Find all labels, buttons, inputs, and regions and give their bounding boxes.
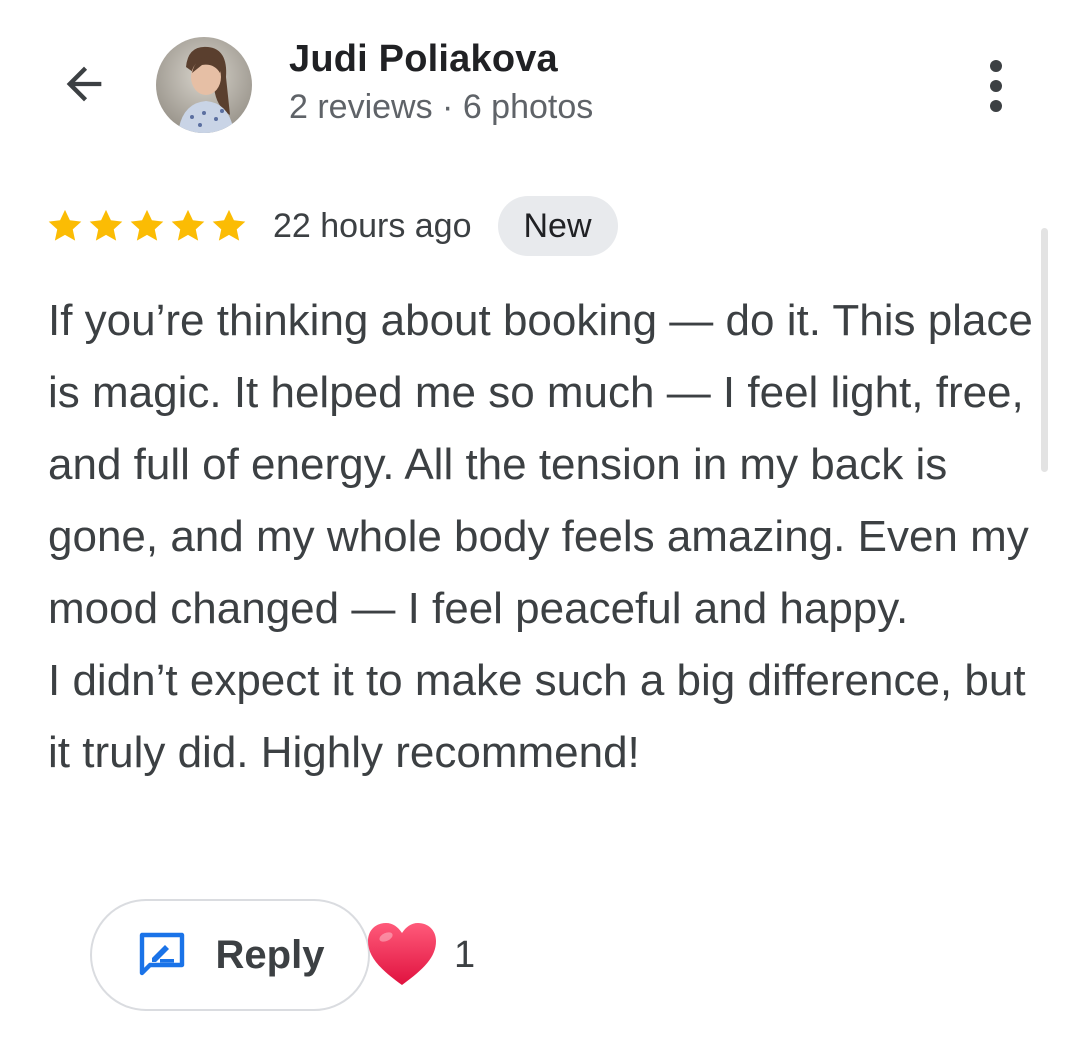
reply-button[interactable]: Reply (90, 899, 370, 1011)
avatar[interactable] (156, 37, 252, 133)
reaction-count: 1 (454, 933, 476, 976)
scrollbar[interactable] (1041, 228, 1048, 472)
review-actions: Reply 1 (90, 898, 475, 1012)
rating-row: 22 hours ago New (46, 196, 618, 256)
star-icon (48, 209, 82, 241)
reviewer-name[interactable]: Judi Poliakova (289, 38, 558, 81)
back-button[interactable] (52, 52, 116, 116)
review-paragraph: I didn’t expect it to make such a big di… (48, 656, 1026, 777)
new-badge: New (497, 196, 618, 256)
more-vert-icon (990, 60, 1002, 112)
star-icon (130, 209, 164, 241)
reply-label: Reply (215, 932, 325, 977)
review-paragraph: If you’re thinking about booking — do it… (48, 296, 1033, 633)
star-icon (212, 209, 246, 241)
reviewer-stats: 2 reviews · 6 photos (289, 88, 594, 126)
review-time: 22 hours ago (273, 206, 472, 245)
review-text: If you’re thinking about booking — do it… (48, 285, 1038, 789)
star-icon (89, 209, 123, 241)
star-icon (171, 209, 205, 241)
reviewer-header: Judi Poliakova 2 reviews · 6 photos (0, 0, 1080, 170)
rate-review-icon (139, 932, 184, 976)
heart-icon[interactable] (366, 921, 438, 989)
more-options-button[interactable] (966, 54, 1026, 118)
star-rating (46, 207, 251, 245)
arrow-back-icon (66, 66, 102, 102)
